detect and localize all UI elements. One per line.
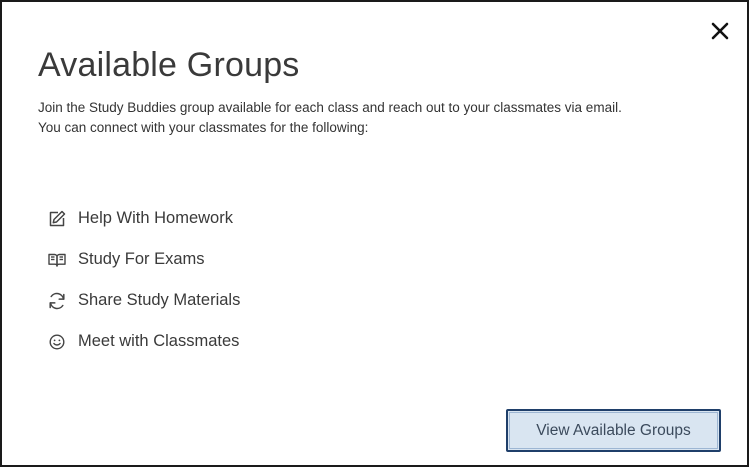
available-groups-dialog: Available Groups Join the Study Buddies …	[0, 0, 749, 467]
benefit-item-homework: Help With Homework	[46, 198, 240, 239]
benefits-list: Help With Homework Study For Exams Share…	[46, 198, 240, 362]
dialog-title: Available Groups	[38, 46, 300, 84]
benefit-label: Meet with Classmates	[78, 332, 240, 350]
benefit-item-materials: Share Study Materials	[46, 280, 240, 321]
benefit-label: Share Study Materials	[78, 291, 241, 309]
dialog-description: Join the Study Buddies group available f…	[38, 98, 718, 138]
edit-icon	[46, 208, 68, 230]
view-available-groups-button[interactable]: View Available Groups	[506, 409, 721, 452]
benefit-label: Help With Homework	[78, 209, 233, 227]
smiley-icon	[46, 331, 68, 353]
close-button[interactable]	[709, 20, 731, 42]
description-intro: Join the Study Buddies group available f…	[38, 100, 622, 115]
description-followup: You can connect with your classmates for…	[38, 120, 369, 135]
refresh-icon	[46, 290, 68, 312]
close-icon	[711, 22, 729, 40]
benefit-item-exams: Study For Exams	[46, 239, 240, 280]
benefit-item-meet: Meet with Classmates	[46, 321, 240, 362]
book-icon	[46, 249, 68, 271]
benefit-label: Study For Exams	[78, 250, 205, 268]
